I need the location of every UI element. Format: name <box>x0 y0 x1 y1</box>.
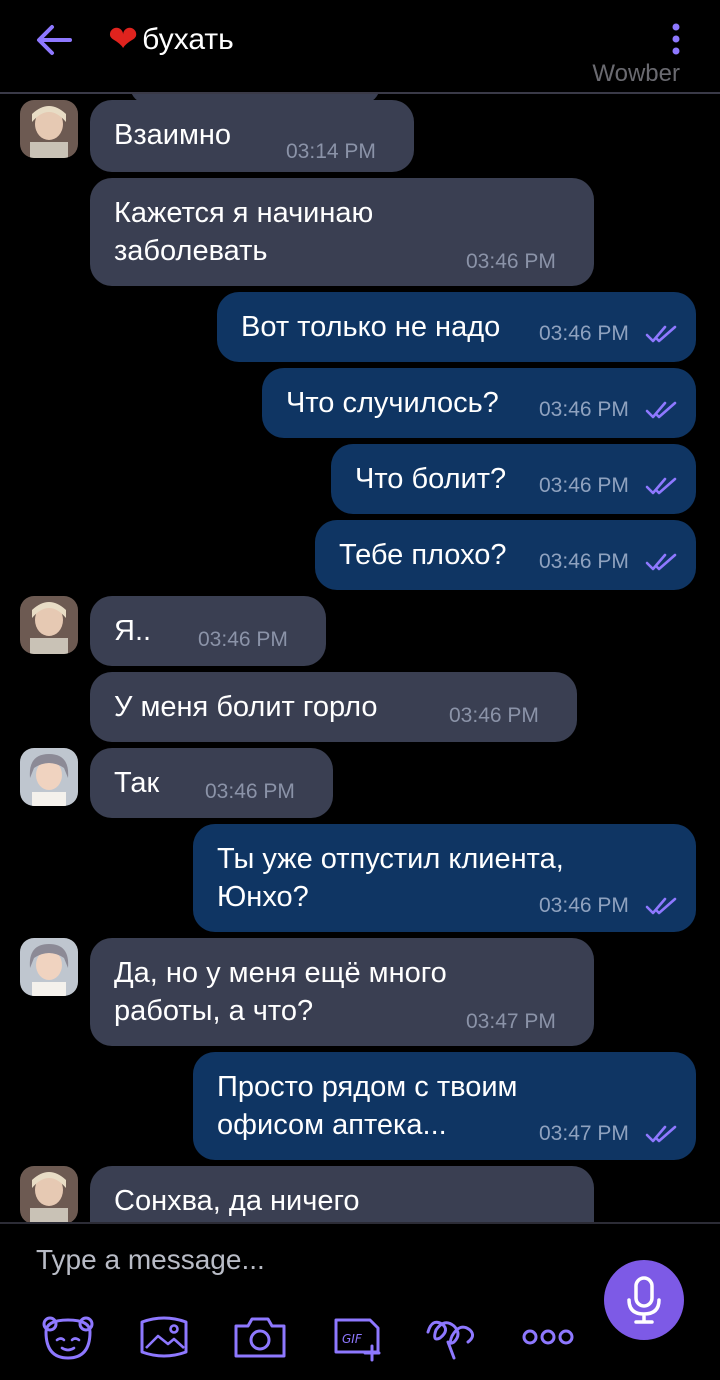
message-input[interactable]: Type a message... <box>36 1244 265 1276</box>
double-check-icon <box>645 553 677 571</box>
message-bubble[interactable]: Взаимно 03:14 PM <box>90 100 414 172</box>
avatar[interactable] <box>20 938 78 996</box>
double-check-icon <box>645 477 677 495</box>
image-icon[interactable] <box>134 1312 194 1362</box>
message-bubble[interactable]: Кажется я начинаю заболевать 03:46 PM <box>90 178 594 286</box>
camera-icon[interactable] <box>230 1312 290 1362</box>
chat-title[interactable]: ❤ бухать <box>108 20 234 60</box>
doodle-icon[interactable] <box>422 1312 482 1362</box>
message-bubble[interactable]: Так 03:46 PM <box>90 748 333 818</box>
message-bubble[interactable]: У меня болит горло 03:46 PM <box>90 672 577 742</box>
gif-icon[interactable]: GIF <box>326 1312 386 1362</box>
composer: Type a message... GIF <box>0 1222 720 1380</box>
record-voice-button[interactable] <box>604 1260 684 1340</box>
arrow-left-icon[interactable] <box>34 22 74 58</box>
heart-icon: ❤ <box>108 19 139 60</box>
bear-sticker-icon[interactable] <box>38 1312 98 1362</box>
message-text: Сонхва, да ничего <box>114 1185 360 1217</box>
message-bubble[interactable]: Просто рядом с твоим офисом аптека... 03… <box>193 1052 696 1160</box>
message-time: 03:46 PM <box>466 250 556 273</box>
message-time: 03:46 PM <box>539 474 629 497</box>
more-horizontal-icon[interactable] <box>518 1312 578 1362</box>
message-time: 03:46 PM <box>198 628 288 651</box>
message-time: 03:46 PM <box>539 894 629 917</box>
microphone-icon <box>627 1276 661 1324</box>
message-time: 03:46 PM <box>539 550 629 573</box>
double-check-icon <box>645 897 677 915</box>
message-bubble[interactable]: Что случилось? 03:46 PM <box>262 368 696 438</box>
avatar[interactable] <box>20 748 78 806</box>
message-time: 03:47 PM <box>466 1010 556 1033</box>
message-time: 03:47 PM <box>539 1122 629 1145</box>
svg-text:GIF: GIF <box>342 1332 363 1346</box>
message-time: 03:14 PM <box>286 140 376 163</box>
message-time: 03:46 PM <box>539 322 629 345</box>
chat-title-text: бухать <box>142 23 234 56</box>
avatar[interactable] <box>20 596 78 654</box>
header-divider <box>0 92 720 94</box>
more-vertical-icon[interactable] <box>668 22 684 58</box>
message-time: 03:46 PM <box>205 780 295 803</box>
watermark: Wowber <box>592 60 680 87</box>
composer-divider <box>0 1222 720 1224</box>
message-bubble[interactable]: Вот только не надо 03:46 PM <box>217 292 696 362</box>
double-check-icon <box>645 401 677 419</box>
message-bubble[interactable]: Сонхва, да ничего <box>90 1166 594 1222</box>
message-time: 03:46 PM <box>539 398 629 421</box>
chat-header: ❤ бухать Wowber <box>0 0 720 94</box>
message-bubble[interactable]: Тебе плохо? 03:46 PM <box>315 520 696 590</box>
message-bubble[interactable]: Да, но у меня ещё много работы, а что? 0… <box>90 938 594 1046</box>
message-bubble[interactable]: Ты уже отпустил клиента, Юнхо? 03:46 PM <box>193 824 696 932</box>
message-list[interactable]: Взаимно 03:14 PM Кажется я начинаю забол… <box>0 94 720 1222</box>
avatar[interactable] <box>20 100 78 158</box>
double-check-icon <box>645 1125 677 1143</box>
message-bubble[interactable]: Я.. 03:46 PM <box>90 596 326 666</box>
double-check-icon <box>645 325 677 343</box>
avatar[interactable] <box>20 1166 78 1222</box>
message-bubble[interactable]: Что болит? 03:46 PM <box>331 444 696 514</box>
message-time: 03:46 PM <box>449 704 539 727</box>
